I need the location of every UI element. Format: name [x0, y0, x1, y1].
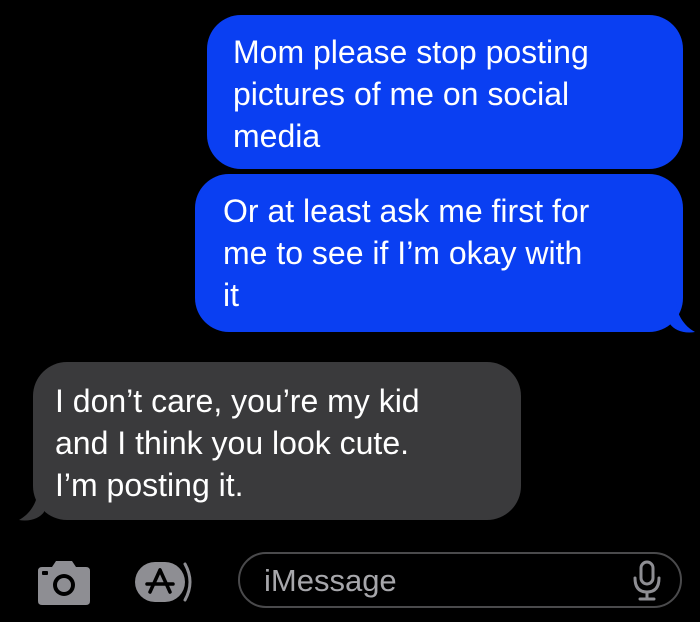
message-bubble-sent[interactable]: Or at least ask me first for me to see i…	[195, 174, 683, 332]
message-bubble-sent[interactable]: Mom please stop posting pictures of me o…	[207, 15, 683, 169]
sent-bubble-tail	[670, 300, 695, 333]
camera-icon[interactable]	[34, 559, 94, 607]
imessage-placeholder: iMessage	[264, 563, 397, 598]
imessage-input[interactable]: iMessage	[238, 552, 682, 608]
microphone-icon[interactable]	[632, 560, 662, 602]
received-bubble-tail	[19, 488, 44, 521]
app-store-icon[interactable]	[133, 560, 209, 604]
message-bubble-received[interactable]: I don’t care, you’re my kid and I think …	[33, 362, 521, 520]
